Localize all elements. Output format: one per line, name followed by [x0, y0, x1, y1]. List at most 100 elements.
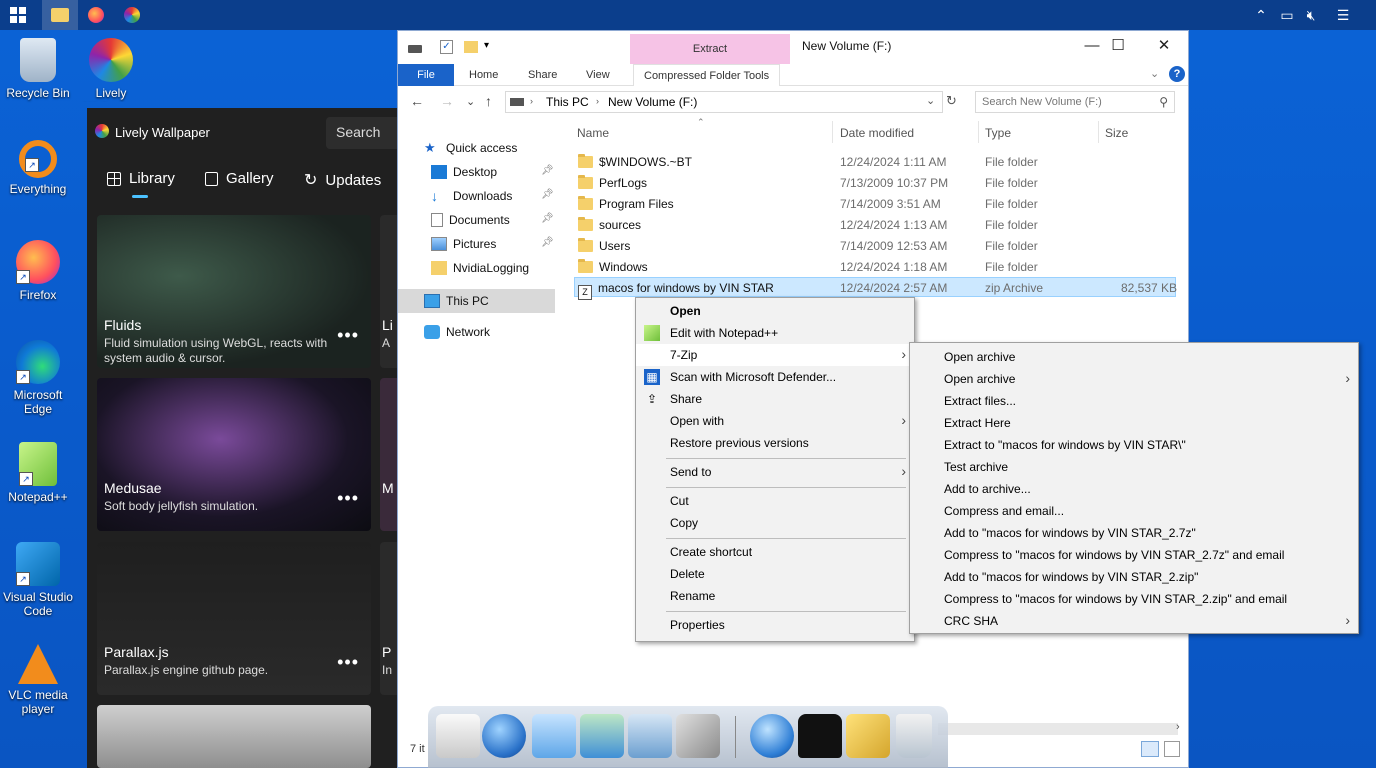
- back-arrow-icon[interactable]: ←: [410, 93, 424, 109]
- taskbar-lively[interactable]: [114, 0, 150, 30]
- menu-item-share[interactable]: ⇪ Share: [636, 388, 914, 410]
- file-row[interactable]: $WINDOWS.~BT 12/24/2024 1:11 AM File fol…: [574, 152, 1176, 172]
- nav-downloads[interactable]: ↓ Downloads: [431, 186, 512, 206]
- lively-search[interactable]: Search: [326, 117, 406, 149]
- dock-folder-icon[interactable]: [532, 714, 576, 758]
- column-name[interactable]: Name: [577, 126, 609, 140]
- chevron-up-icon[interactable]: ⌃: [1252, 6, 1270, 24]
- horizontal-scrollbar[interactable]: [938, 723, 1178, 735]
- address-bar[interactable]: › This PC › New Volume (F:) ⌄: [505, 91, 943, 113]
- tab-compressed-folder-tools[interactable]: Compressed Folder Tools: [633, 64, 781, 86]
- recent-dropdown-icon[interactable]: ⌄: [466, 95, 475, 108]
- breadcrumb-volume[interactable]: New Volume (F:): [608, 95, 697, 109]
- nav-pictures[interactable]: Pictures: [431, 234, 496, 254]
- column-date[interactable]: Date modified: [840, 126, 914, 140]
- chevron-down-icon[interactable]: ⌄: [1150, 67, 1159, 80]
- submenu-item-extract-files[interactable]: Extract files...: [910, 390, 1358, 412]
- desktop-icon-vscode[interactable]: ↗ Visual Studio Code: [2, 542, 74, 618]
- dock-network-globe-icon[interactable]: [750, 714, 794, 758]
- menu-item-restore[interactable]: Restore previous versions: [636, 432, 914, 454]
- wallpaper-card-parallax[interactable]: Parallax.js Parallax.js engine github pa…: [97, 542, 371, 695]
- address-dropdown-icon[interactable]: ⌄: [926, 94, 935, 107]
- tab-view[interactable]: View: [576, 64, 620, 86]
- file-row[interactable]: sources 12/24/2024 1:13 AM File folder: [574, 215, 1176, 235]
- column-separator[interactable]: [832, 121, 833, 143]
- dock-folder-green-icon[interactable]: [580, 714, 624, 758]
- menu-item-send-to[interactable]: Send to ›: [636, 461, 914, 483]
- file-row[interactable]: Program Files 7/14/2009 3:51 AM File fol…: [574, 194, 1176, 214]
- menu-item-open-with[interactable]: Open with ›: [636, 410, 914, 432]
- dock-tools-icon[interactable]: [676, 714, 720, 758]
- file-row[interactable]: PerfLogs 7/13/2009 10:37 PM File folder: [574, 173, 1176, 193]
- customize-toolbar-icon[interactable]: ▾: [484, 40, 489, 51]
- dock-trash-icon[interactable]: [896, 714, 932, 758]
- nav-network[interactable]: Network: [424, 322, 490, 342]
- menu-item-7zip[interactable]: 7-Zip ›: [636, 344, 914, 366]
- desktop-icon-edge[interactable]: ↗ Microsoft Edge: [2, 340, 74, 416]
- submenu-item-extract-to[interactable]: Extract to "macos for windows by VIN STA…: [910, 434, 1358, 456]
- pin-icon[interactable]: 📌︎: [541, 189, 554, 200]
- start-button[interactable]: [0, 0, 36, 30]
- submenu-item-crc-sha[interactable]: CRC SHA ›: [910, 610, 1358, 632]
- submenu-item-extract-here[interactable]: Extract Here: [910, 412, 1358, 434]
- file-row-selected[interactable]: Zmacos for windows by VIN STAR 12/24/202…: [574, 277, 1177, 300]
- menu-item-rename[interactable]: Rename: [636, 585, 914, 607]
- breadcrumb-this-pc[interactable]: This PC: [546, 95, 589, 109]
- submenu-item-add-7z[interactable]: Add to "macos for windows by VIN STAR_2.…: [910, 522, 1358, 544]
- pin-icon[interactable]: 📌︎: [541, 213, 554, 224]
- tab-home[interactable]: Home: [459, 64, 508, 86]
- properties-icon[interactable]: ✓: [440, 40, 453, 54]
- maximize-button[interactable]: ☐: [1098, 35, 1138, 57]
- file-row[interactable]: Users 7/14/2009 12:53 AM File folder: [574, 236, 1176, 256]
- wallpaper-card-medusae[interactable]: Medusae Soft body jellyfish simulation. …: [97, 378, 371, 531]
- scroll-right-icon[interactable]: ›: [1176, 721, 1180, 733]
- help-icon[interactable]: ?: [1169, 66, 1185, 82]
- nav-nvidialogging[interactable]: NvidiaLogging: [431, 258, 529, 278]
- desktop-icon-notepadpp[interactable]: ↗ Notepad++: [2, 442, 74, 504]
- column-size[interactable]: Size: [1105, 126, 1128, 140]
- desktop-icon-recycle-bin[interactable]: Recycle Bin: [2, 38, 74, 100]
- submenu-item-test-archive[interactable]: Test archive: [910, 456, 1358, 478]
- submenu-item-compress-email[interactable]: Compress and email...: [910, 500, 1358, 522]
- dock-media-folder-icon[interactable]: [628, 714, 672, 758]
- tab-share[interactable]: Share: [518, 64, 567, 86]
- details-view-icon[interactable]: [1141, 741, 1159, 757]
- large-icons-view-icon[interactable]: [1164, 741, 1180, 757]
- close-button[interactable]: ✕: [1144, 35, 1184, 57]
- lively-tab-library[interactable]: Library: [107, 170, 175, 187]
- column-separator[interactable]: [978, 121, 979, 143]
- more-options-icon[interactable]: •••: [337, 325, 359, 346]
- nav-this-pc[interactable]: This PC: [424, 291, 489, 311]
- submenu-item-compress-zip-email[interactable]: Compress to "macos for windows by VIN ST…: [910, 588, 1358, 610]
- tab-file[interactable]: File: [398, 64, 454, 86]
- lively-tab-gallery[interactable]: Gallery: [205, 170, 274, 187]
- nav-documents[interactable]: Documents: [431, 210, 510, 230]
- pin-icon[interactable]: 📌︎: [541, 237, 554, 248]
- more-options-icon[interactable]: •••: [337, 488, 359, 509]
- menu-item-defender[interactable]: ▦ Scan with Microsoft Defender...: [636, 366, 914, 388]
- wallpaper-card-fluids[interactable]: Fluids Fluid simulation using WebGL, rea…: [97, 215, 371, 368]
- more-options-icon[interactable]: •••: [337, 652, 359, 673]
- lively-tab-updates[interactable]: ↻ Updates: [304, 170, 381, 190]
- new-folder-icon[interactable]: [464, 41, 478, 53]
- notification-icon[interactable]: ☰: [1334, 6, 1352, 24]
- menu-item-properties[interactable]: Properties: [636, 614, 914, 636]
- dock-utilities-icon[interactable]: [846, 714, 890, 758]
- network-icon[interactable]: ▭: [1278, 6, 1296, 24]
- menu-item-create-shortcut[interactable]: Create shortcut: [636, 541, 914, 563]
- submenu-item-add-zip[interactable]: Add to "macos for windows by VIN STAR_2.…: [910, 566, 1358, 588]
- up-arrow-icon[interactable]: ↑: [485, 93, 492, 109]
- refresh-icon[interactable]: ↻: [946, 93, 960, 111]
- menu-item-edit-notepadpp[interactable]: Edit with Notepad++: [636, 322, 914, 344]
- taskbar-file-explorer[interactable]: [42, 0, 78, 30]
- volume-muted-icon[interactable]: 🔇︎: [1302, 6, 1320, 24]
- menu-item-copy[interactable]: Copy: [636, 512, 914, 534]
- menu-item-open[interactable]: Open: [636, 300, 914, 322]
- desktop-icon-vlc[interactable]: VLC media player: [2, 644, 74, 716]
- forward-arrow-icon[interactable]: →: [440, 93, 454, 109]
- desktop-icon-firefox[interactable]: ↗ Firefox: [2, 240, 74, 302]
- file-row[interactable]: Windows 12/24/2024 1:18 AM File folder: [574, 257, 1176, 277]
- column-type[interactable]: Type: [985, 126, 1011, 140]
- taskbar-firefox[interactable]: [78, 0, 114, 30]
- wallpaper-card-partial[interactable]: [97, 705, 371, 768]
